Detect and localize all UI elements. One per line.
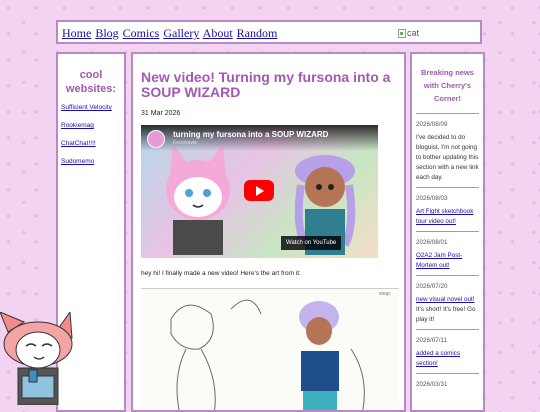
news-entry-date: 2026/07/20 <box>416 275 479 295</box>
news-entry-date: 2026/07/11 <box>416 329 479 349</box>
news-entry-text: I've decided to do bloguist, I'm not goi… <box>416 134 479 181</box>
nav-link-random[interactable]: Random <box>237 26 278 40</box>
news-entry: 2026/07/11 added a comics section! <box>412 329 483 369</box>
news-entry: 2026/08/09 I've decided to do bloguist, … <box>412 113 483 183</box>
youtube-embed[interactable]: turning my fursona into a SOUP WIZARD Fo… <box>141 125 378 258</box>
news-entry-text: It's short! It's free! Go play it! <box>416 306 476 323</box>
news-entry-link[interactable]: O2A2 Jam Post-Mortem out! <box>416 252 462 269</box>
channel-avatar[interactable] <box>147 130 165 148</box>
news-entry: 2026/07/20 new visual novel out! It's sh… <box>412 275 483 325</box>
sketch-drawing <box>170 299 365 410</box>
news-entry: 2026/08/03 Art Fight sketchbook tour vid… <box>412 187 483 227</box>
news-entry-date: 2026/03/31 <box>416 373 479 393</box>
post-date: 31 Mar 2026 <box>141 110 181 117</box>
left-sidebar-links: Sufficient Velocity Rookiemag ChatChat!!… <box>58 104 124 165</box>
site-link-chatchat[interactable]: ChatChat!!!! <box>61 140 124 147</box>
site-link-sudomemo[interactable]: Sudomemo <box>61 158 124 165</box>
cat-image: cat <box>398 28 419 38</box>
nav-link-comics[interactable]: Comics <box>123 26 160 40</box>
news-title: Breaking news with Cherry's Corner! <box>421 68 474 103</box>
mascot-character-image <box>0 312 73 405</box>
sketch-artwork: soup <box>141 288 399 410</box>
news-entry-link[interactable]: added a comics section! <box>416 350 460 367</box>
watch-on-label: Watch on <box>286 240 312 246</box>
nav-link-home[interactable]: Home <box>62 26 91 40</box>
cat-image-alt: cat <box>407 28 420 38</box>
youtube-label: YouTube <box>312 240 337 246</box>
news-entry-link[interactable]: Art Fight sketchbook tour video out! <box>416 208 473 225</box>
nav-link-gallery[interactable]: Gallery <box>163 26 199 40</box>
left-sidebar-title: cool websites: <box>65 69 117 95</box>
site-link-rookiemag[interactable]: Rookiemag <box>61 122 124 129</box>
top-nav-bar: Home Blog Comics Gallery About Random ca… <box>56 20 482 44</box>
main-post-area: New video! Turning my fursona into a SOU… <box>131 52 406 412</box>
news-entry-link[interactable]: new visual novel out! <box>416 296 474 303</box>
news-entry: 2026/08/01 O2A2 Jam Post-Mortem out! <box>412 231 483 271</box>
video-title[interactable]: turning my fursona into a SOUP WIZARD <box>173 130 328 139</box>
fursona-illustration <box>166 145 230 255</box>
sketch-label: soup <box>379 291 390 297</box>
post-title: New video! Turning my fursona into a SOU… <box>141 69 391 100</box>
nav-links: Home Blog Comics Gallery About Random <box>62 26 278 41</box>
news-sidebar: Breaking news with Cherry's Corner! 2026… <box>410 52 485 412</box>
site-link-sufficient-velocity[interactable]: Sufficient Velocity <box>61 104 124 111</box>
broken-image-icon <box>398 28 406 38</box>
news-entry-date: 2026/08/03 <box>416 187 479 207</box>
news-entry: 2026/03/31 <box>412 373 483 393</box>
nav-link-blog[interactable]: Blog <box>95 26 118 40</box>
play-button-icon[interactable] <box>244 180 274 201</box>
watch-on-youtube-button[interactable]: Watch on YouTube <box>281 236 342 250</box>
video-channel[interactable]: Fourtowie <box>173 140 197 146</box>
news-entry-date: 2026/08/09 <box>416 113 479 133</box>
post-body-text: hey hi! I finally made a new video! Here… <box>141 270 301 277</box>
news-entry-date: 2026/08/01 <box>416 231 479 251</box>
nav-link-about[interactable]: About <box>203 26 233 40</box>
